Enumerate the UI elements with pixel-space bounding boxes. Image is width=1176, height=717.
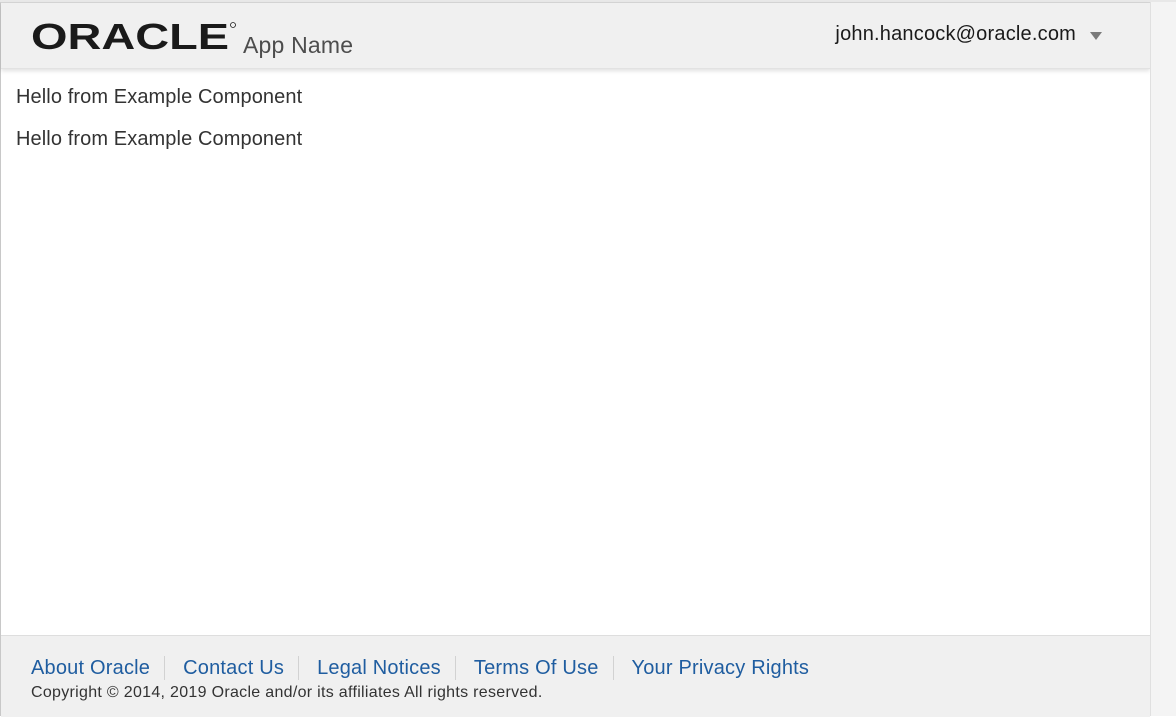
footer-link-terms-of-use[interactable]: Terms Of Use [474, 657, 599, 680]
brand: ORACLE App Name [31, 19, 353, 58]
main-content: Hello from Example Component Hello from … [16, 85, 302, 169]
footer-link-contact-us[interactable]: Contact Us [183, 657, 284, 680]
footer-link-privacy-rights[interactable]: Your Privacy Rights [632, 657, 810, 680]
footer-link-legal-notices[interactable]: Legal Notices [317, 657, 441, 680]
user-menu-button[interactable]: john.hancock@oracle.com [835, 23, 1102, 46]
footer-divider [612, 656, 614, 680]
app-name: App Name [243, 32, 354, 58]
copyright-text: Copyright © 2014, 2019 Oracle and/or its… [31, 684, 543, 701]
app-header: ORACLE App Name john.hancock@oracle.com [1, 3, 1150, 69]
app-footer: About Oracle Contact Us Legal Notices Te… [1, 635, 1150, 717]
user-email: john.hancock@oracle.com [835, 23, 1076, 45]
window-gutter [1150, 2, 1176, 716]
footer-divider [298, 656, 300, 680]
footer-divider [164, 656, 166, 680]
oracle-logo: ORACLE [31, 19, 236, 53]
app-window: ORACLE App Name john.hancock@oracle.com … [0, 2, 1150, 717]
oracle-logo-text: ORACLE [31, 19, 229, 53]
footer-divider [454, 656, 456, 680]
footer-links: About Oracle Contact Us Legal Notices Te… [31, 656, 809, 680]
footer-link-about-oracle[interactable]: About Oracle [31, 657, 150, 680]
chevron-down-icon [1090, 32, 1102, 40]
example-component-message: Hello from Example Component [16, 128, 303, 150]
example-component-message: Hello from Example Component [16, 86, 303, 108]
